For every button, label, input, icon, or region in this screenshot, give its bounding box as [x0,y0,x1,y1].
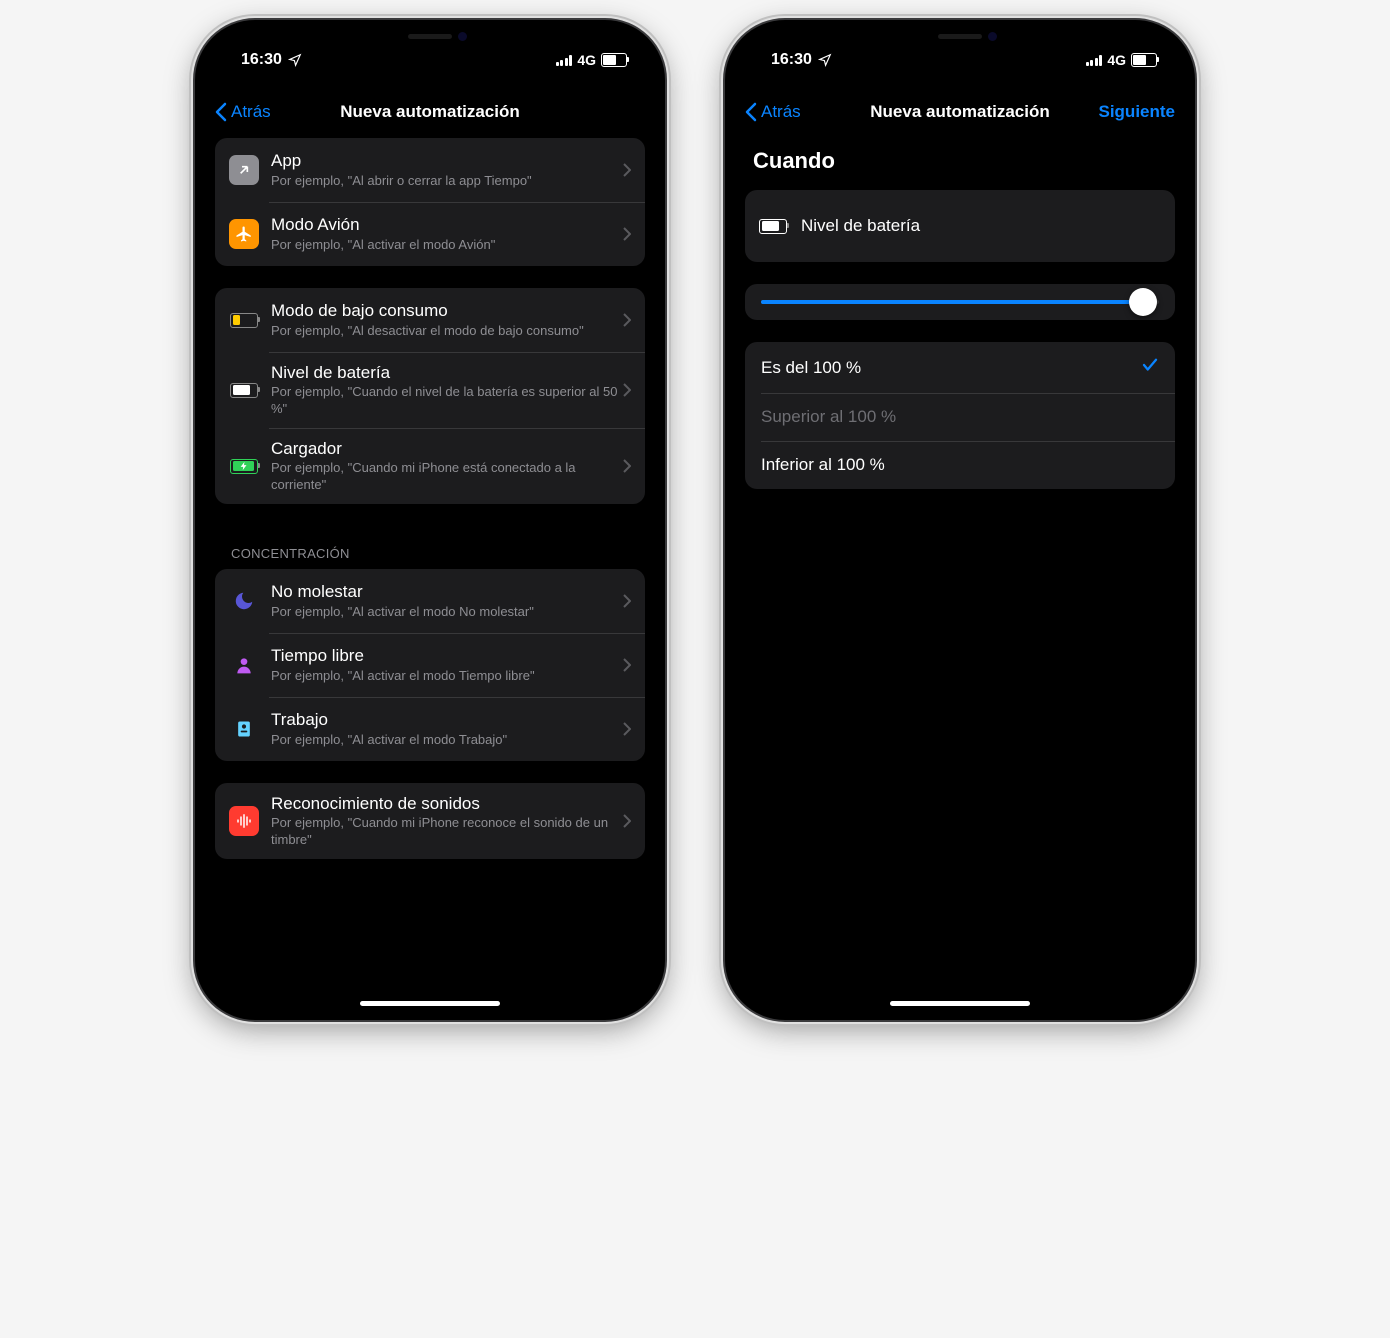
chevron-right-icon [623,658,631,672]
nav-bar: Atrás Nueva automatización Siguiente [731,80,1189,138]
battery-icon [1131,53,1157,67]
app-icon [236,162,252,178]
nav-bar: Atrás Nueva automatización [201,80,659,138]
network-label: 4G [577,52,596,68]
option-label: Superior al 100 % [761,407,896,427]
trigger-dnd[interactable]: No molestar Por ejemplo, "Al activar el … [215,569,645,633]
row-title: Trabajo [271,709,623,730]
option-equals[interactable]: Es del 100 % [745,342,1175,393]
row-title: App [271,150,623,171]
signal-icon [1086,55,1103,66]
location-icon [288,53,302,67]
row-sub: Por ejemplo, "Cuando el nivel de la bate… [271,384,623,418]
back-label: Atrás [231,102,271,122]
row-sub: Por ejemplo, "Al activar el modo Avión" [271,237,623,254]
status-time: 16:30 [241,51,282,69]
battery-slider[interactable] [745,284,1175,320]
notch [345,26,515,54]
back-label: Atrás [761,102,801,122]
row-title: No molestar [271,581,623,602]
content-right[interactable]: Cuando Nivel de batería [731,138,1189,1014]
chevron-right-icon [623,383,631,397]
back-button[interactable]: Atrás [215,102,271,122]
section-header-focus: CONCENTRACIÓN [215,526,645,569]
trigger-low-power[interactable]: Modo de bajo consumo Por ejemplo, "Al de… [215,288,645,352]
row-title: Nivel de batería [271,362,623,383]
phone-left: 16:30 4G Atrás Nueva automatización [195,20,665,1020]
chevron-right-icon [623,163,631,177]
low-power-icon [230,313,258,328]
trigger-battery-level[interactable]: Nivel de batería Por ejemplo, "Cuando el… [215,352,645,428]
battery-level-icon [759,219,787,234]
row-sub: Por ejemplo, "Al activar el modo Tiempo … [271,668,623,685]
trigger-personal[interactable]: Tiempo libre Por ejemplo, "Al activar el… [215,633,645,697]
row-sub: Por ejemplo, "Cuando mi iPhone está cone… [271,460,623,494]
trigger-label: Nivel de batería [801,215,920,236]
row-title: Cargador [271,438,623,459]
moon-icon [233,590,255,612]
signal-icon [556,55,573,66]
back-button[interactable]: Atrás [745,102,801,122]
row-sub: Por ejemplo, "Al desactivar el modo de b… [271,323,623,340]
content-left[interactable]: App Por ejemplo, "Al abrir o cerrar la a… [201,138,659,1014]
trigger-summary: Nivel de batería [745,190,1175,262]
option-above: Superior al 100 % [745,393,1175,441]
trigger-work[interactable]: Trabajo Por ejemplo, "Al activar el modo… [215,697,645,761]
network-label: 4G [1107,52,1126,68]
battery-icon [601,53,627,67]
option-label: Es del 100 % [761,358,861,378]
chevron-right-icon [623,227,631,241]
trigger-charger[interactable]: Cargador Por ejemplo, "Cuando mi iPhone … [215,428,645,504]
battery-level-icon [230,383,258,398]
row-sub: Por ejemplo, "Al activar el modo Trabajo… [271,732,623,749]
location-icon [818,53,832,67]
waveform-icon [235,812,253,830]
trigger-airplane[interactable]: Modo Avión Por ejemplo, "Al activar el m… [215,202,645,266]
row-sub: Por ejemplo, "Cuando mi iPhone reconoce … [271,815,623,849]
chevron-right-icon [623,459,631,473]
trigger-app[interactable]: App Por ejemplo, "Al abrir o cerrar la a… [215,138,645,202]
trigger-sound-recognition[interactable]: Reconocimiento de sonidos Por ejemplo, "… [215,783,645,859]
status-time: 16:30 [771,51,812,69]
option-label: Inferior al 100 % [761,455,885,475]
row-title: Reconocimiento de sonidos [271,793,623,814]
row-title: Modo de bajo consumo [271,300,623,321]
check-icon [1141,356,1159,379]
row-title: Modo Avión [271,214,623,235]
home-indicator[interactable] [360,1001,500,1006]
home-indicator[interactable] [890,1001,1030,1006]
chevron-right-icon [623,814,631,828]
chevron-right-icon [623,594,631,608]
phone-right: 16:30 4G Atrás Nueva automatización Sigu… [725,20,1195,1020]
option-below[interactable]: Inferior al 100 % [745,441,1175,489]
notch [875,26,1045,54]
chevron-right-icon [623,313,631,327]
next-button[interactable]: Siguiente [1098,102,1175,122]
charger-icon [230,459,258,474]
row-title: Tiempo libre [271,645,623,666]
row-sub: Por ejemplo, "Al activar el modo No mole… [271,604,623,621]
row-sub: Por ejemplo, "Al abrir o cerrar la app T… [271,173,623,190]
chevron-right-icon [623,722,631,736]
person-icon [234,655,254,675]
badge-icon [234,719,254,739]
airplane-icon [235,225,253,243]
when-header: Cuando [745,138,1175,190]
